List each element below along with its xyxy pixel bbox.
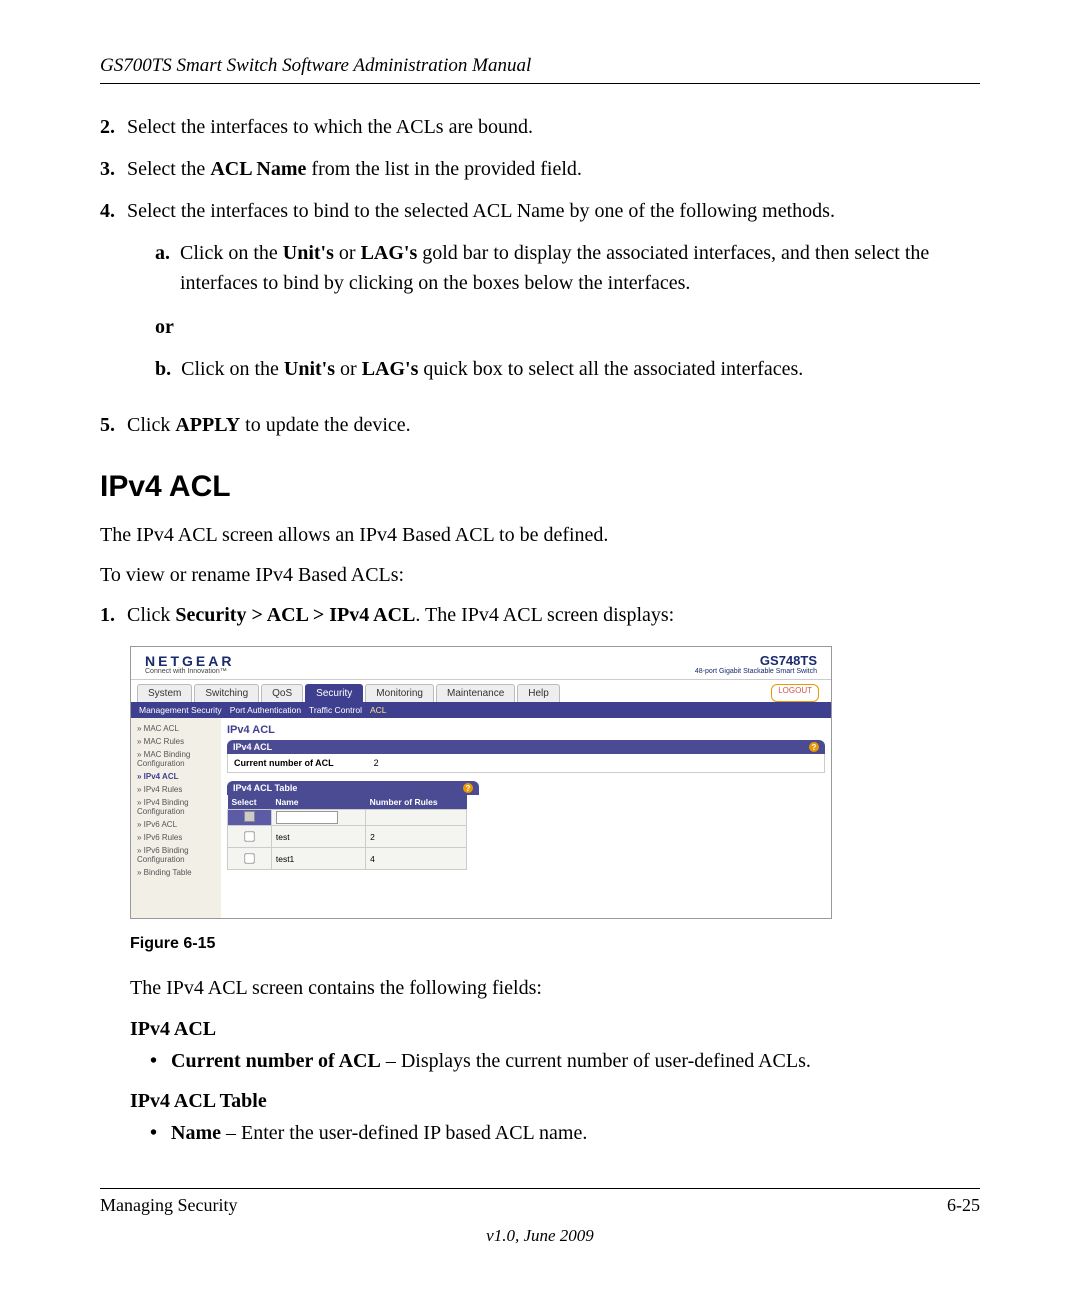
- field-heading-ipv4-acl-table: IPv4 ACL Table: [130, 1085, 980, 1117]
- sidebar-item-ipv6-acl[interactable]: » IPv6 ACL: [135, 818, 217, 831]
- subnav-port-auth[interactable]: Port Authentication: [230, 705, 301, 715]
- tab-help[interactable]: Help: [517, 684, 560, 702]
- main-tabs: System Switching QoS Security Monitoring…: [131, 680, 831, 702]
- current-acl-label: Current number of ACL: [234, 758, 334, 768]
- sidebar-item-ipv4-binding[interactable]: » IPv4 Binding Configuration: [135, 796, 217, 818]
- step-1-view: Click Security > ACL > IPv4 ACL. The IPv…: [127, 600, 674, 630]
- sidebar-item-ipv4-rules[interactable]: » IPv4 Rules: [135, 783, 217, 796]
- acl-rules-cell: 2: [366, 826, 467, 848]
- panel-ipv4-acl-header: IPv4 ACL ?: [227, 740, 825, 754]
- step-4b: Click on the Unit's or LAG's quick box t…: [181, 354, 803, 384]
- acl-name-input[interactable]: [276, 811, 338, 824]
- select-all-box[interactable]: [244, 811, 255, 822]
- sidebar-item-mac-binding[interactable]: » MAC Binding Configuration: [135, 748, 217, 770]
- help-icon[interactable]: ?: [809, 742, 819, 752]
- step-4a: Click on the Unit's or LAG's gold bar to…: [180, 238, 980, 298]
- brand-tagline: Connect with Innovation™: [145, 668, 234, 675]
- brand-logo: NETGEAR: [145, 654, 234, 668]
- or-separator: or: [155, 312, 980, 342]
- tab-switching[interactable]: Switching: [194, 684, 259, 702]
- step-5: Click APPLY to update the device.: [127, 410, 411, 440]
- acl-name-cell: test1: [271, 848, 365, 870]
- field-heading-ipv4-acl: IPv4 ACL: [130, 1013, 980, 1045]
- sidebar-item-ipv4-acl[interactable]: » IPv4 ACL: [135, 770, 217, 783]
- section-intro-2: To view or rename IPv4 Based ACLs:: [100, 560, 980, 590]
- acl-table: Select Name Number of Rules test: [227, 795, 467, 870]
- tab-security[interactable]: Security: [305, 684, 363, 702]
- sidebar-item-binding-table[interactable]: » Binding Table: [135, 866, 217, 879]
- footer-version: v1.0, June 2009: [100, 1226, 980, 1246]
- table-row: test1 4: [228, 848, 467, 870]
- tab-system[interactable]: System: [137, 684, 192, 702]
- figure-caption: Figure 6-15: [130, 935, 830, 953]
- running-header: GS700TS Smart Switch Software Administra…: [100, 55, 980, 84]
- switch-ui-screenshot: NETGEAR Connect with Innovation™ GS748TS…: [130, 646, 832, 919]
- figure: NETGEAR Connect with Innovation™ GS748TS…: [130, 646, 830, 953]
- sidebar-item-mac-acl[interactable]: » MAC ACL: [135, 722, 217, 735]
- section-intro-1: The IPv4 ACL screen allows an IPv4 Based…: [100, 520, 980, 550]
- row-select-checkbox[interactable]: [245, 853, 255, 863]
- content-title: IPv4 ACL: [227, 724, 825, 736]
- help-icon[interactable]: ?: [463, 783, 473, 793]
- acl-rules-cell: 4: [366, 848, 467, 870]
- subnav-management-security[interactable]: Management Security: [139, 705, 222, 715]
- table-row: test 2: [228, 826, 467, 848]
- col-name: Name: [271, 795, 365, 810]
- sub-nav: Management Security Port Authentication …: [131, 702, 831, 718]
- tab-qos[interactable]: QoS: [261, 684, 303, 702]
- panel-acl-table-header: IPv4 ACL Table ?: [227, 781, 479, 795]
- numbered-steps: 2.Select the interfaces to which the ACL…: [100, 112, 980, 440]
- after-figure-text: The IPv4 ACL screen contains the followi…: [130, 973, 980, 1003]
- sidebar-item-mac-rules[interactable]: » MAC Rules: [135, 735, 217, 748]
- step-2: Select the interfaces to which the ACLs …: [127, 112, 533, 142]
- model-number: GS748TS: [695, 653, 817, 668]
- sidebar-item-ipv6-rules[interactable]: » IPv6 Rules: [135, 831, 217, 844]
- logout-button[interactable]: LOGOUT: [771, 684, 819, 702]
- sidebar-item-ipv6-binding[interactable]: » IPv6 Binding Configuration: [135, 844, 217, 866]
- field-definitions: IPv4 ACL •Current number of ACL – Displa…: [130, 1013, 980, 1149]
- col-select: Select: [228, 795, 272, 810]
- step-4: Select the interfaces to bind to the sel…: [127, 200, 835, 222]
- subnav-traffic-control[interactable]: Traffic Control: [309, 705, 362, 715]
- col-rules: Number of Rules: [366, 795, 467, 810]
- sidebar: » MAC ACL » MAC Rules » MAC Binding Conf…: [131, 718, 221, 918]
- footer-page: 6-25: [947, 1195, 980, 1216]
- tab-monitoring[interactable]: Monitoring: [365, 684, 434, 702]
- table-row-input: [228, 810, 467, 826]
- step-3: Select the ACL Name from the list in the…: [127, 154, 582, 184]
- subnav-acl[interactable]: ACL: [370, 705, 387, 715]
- acl-name-cell: test: [271, 826, 365, 848]
- row-select-checkbox[interactable]: [245, 831, 255, 841]
- model-description: 48-port Gigabit Stackable Smart Switch: [695, 668, 817, 675]
- footer-section: Managing Security: [100, 1195, 237, 1216]
- section-heading: IPv4 ACL: [100, 470, 980, 504]
- tab-maintenance[interactable]: Maintenance: [436, 684, 515, 702]
- current-acl-value: 2: [374, 758, 379, 768]
